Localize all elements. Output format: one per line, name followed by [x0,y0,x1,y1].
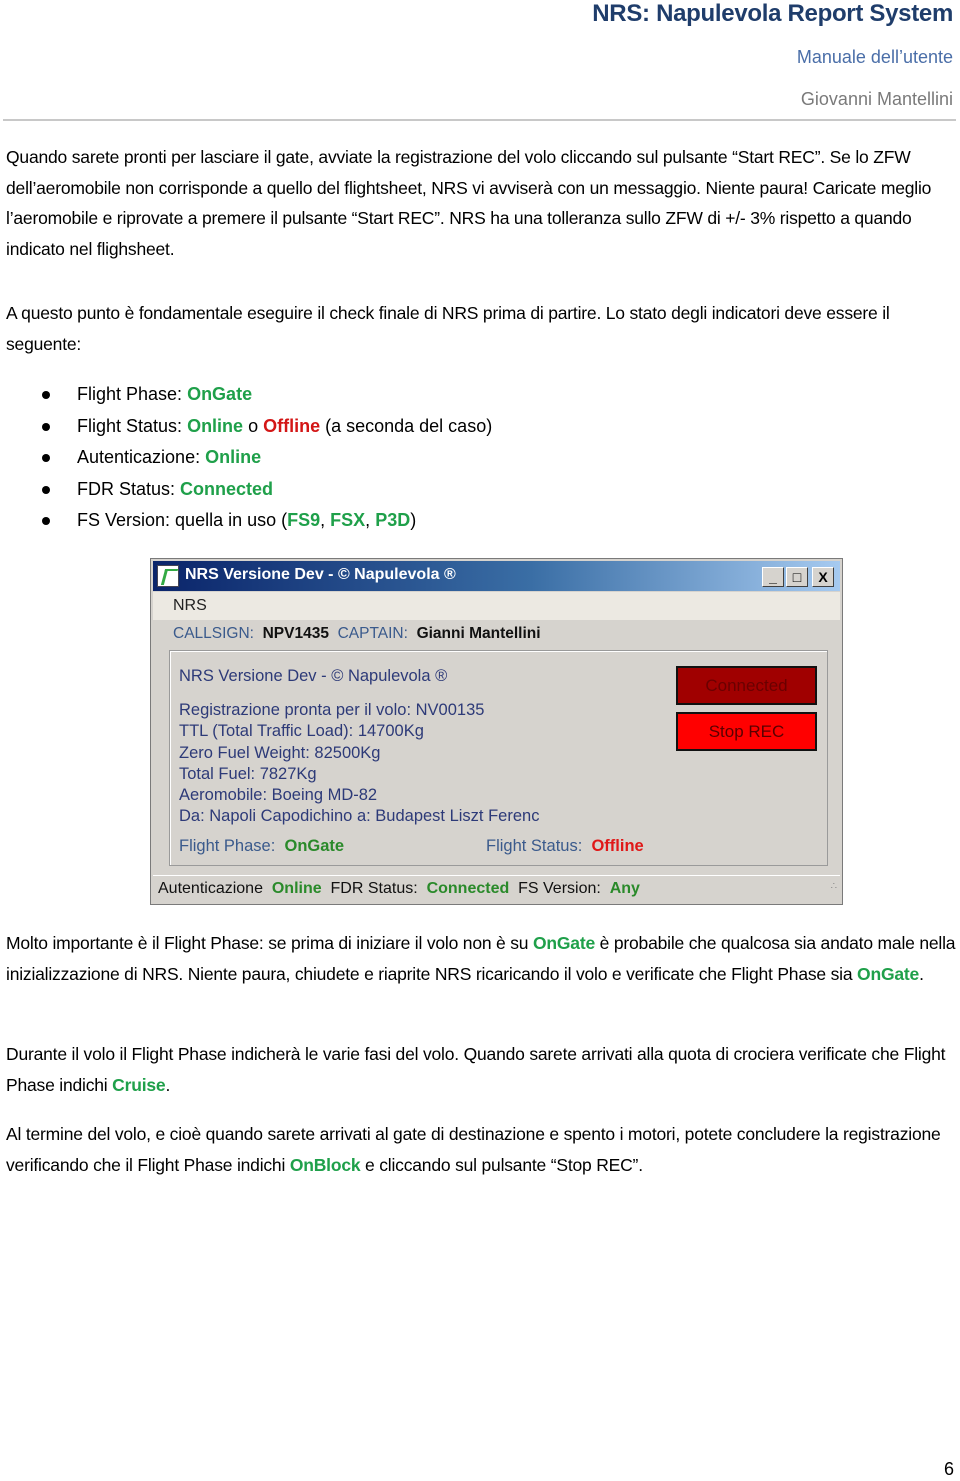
flight-phase-value: OnGate [284,837,345,855]
auth-status-value: Online [271,880,322,897]
info-title: NRS Versione Dev - © Napulevola ® [179,667,448,685]
status-bar: Autenticazione Online FDR Status: Connec… [153,875,840,902]
header-divider [3,119,956,121]
fs-version-value: Any [609,880,640,897]
flight-detail-line: Registrazione pronta per il volo: NV0013… [179,701,485,719]
flight-info-panel: NRS Versione Dev - © Napulevola ® Regist… [169,650,828,866]
document-subtitle: Manuale dell’utente [796,47,953,67]
connected-button[interactable]: Connected [676,666,817,705]
nrs-app-screenshot: NRS Versione Dev - © Napulevola ® _ □ X … [150,558,843,905]
bullet-icon [42,517,50,525]
list-item: Autenticazione: Online [0,442,492,474]
page-number: 6 [943,1459,954,1479]
app-logo-icon [157,565,179,587]
list-item: Flight Phase: OnGate [0,379,492,411]
fdr-status-value: Connected [426,880,510,897]
callsign-value: NPV1435 [262,625,329,642]
list-item: FDR Status: Connected [0,474,492,506]
status-value: Online [187,415,244,436]
close-button[interactable]: X [812,567,834,587]
status-value: Connected [180,478,274,499]
status-value-alt: Offline [263,415,321,436]
paragraph-cruise: Durante il volo il Flight Phase indicher… [6,1044,946,1095]
paragraph-stop-rec: Al termine del volo, e cioè quando saret… [6,1124,941,1175]
flight-status-value: Offline [591,837,644,855]
flight-phase-indicator: Flight Phase: OnGate [179,837,345,855]
status-value: OnGate [187,384,253,404]
paragraph-flight-phase: Molto importante è il Flight Phase: se p… [6,933,956,984]
paragraph-start-rec: Quando sarete pronti per lasciare il gat… [6,147,932,259]
resize-grip-icon[interactable]: ∴ [831,874,837,900]
captain-value: Gianni Mantellini [416,625,541,642]
window-title: NRS Versione Dev - © Napulevola ® [185,566,456,583]
bullet-icon [42,454,50,462]
menu-bar [153,592,840,620]
indicator-checklist: Flight Phase: OnGate Flight Status: Onli… [0,379,492,537]
flight-detail-line: Total Fuel: 7827Kg [179,764,317,783]
status-value: Online [205,447,262,467]
flight-status-indicator: Flight Status: Offline [486,837,644,855]
flight-details: Registrazione pronta per il volo: NV0013… [179,700,539,828]
maximize-button[interactable]: □ [786,567,808,587]
flight-detail-line: Da: Napoli Capodichino a: Budapest Liszt… [179,807,540,826]
bullet-icon [42,485,50,494]
pilot-info: CALLSIGN: NPV1435 CAPTAIN: Gianni Mantel… [173,625,541,642]
list-item: FS Version: quella in uso (FS9, FSX, P3D… [0,505,492,537]
paragraph-final-check: A questo punto è fondamentale eseguire i… [6,303,890,354]
list-item: Flight Status: Online o Offline (a secon… [0,411,492,443]
bullet-icon [42,422,50,431]
document-title: NRS: Napulevola Report System [592,0,953,27]
stop-rec-button[interactable]: Stop REC [676,712,817,751]
flight-detail-line: Aeromobile: Boeing MD-82 [179,786,378,805]
flight-detail-line: Zero Fuel Weight: 82500Kg [179,743,381,762]
document-author: Giovanni Mantellini [800,89,953,109]
window-titlebar[interactable]: NRS Versione Dev - © Napulevola ® _ □ X [153,561,840,591]
bullet-icon [42,391,50,399]
flight-detail-line: TTL (Total Traffic Load): 14700Kg [179,722,424,741]
menu-nrs[interactable]: NRS [173,597,207,615]
minimize-button[interactable]: _ [762,567,784,587]
